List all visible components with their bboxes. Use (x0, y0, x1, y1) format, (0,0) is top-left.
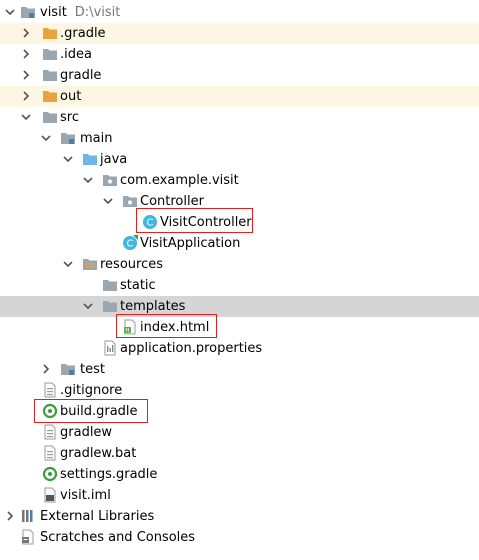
tree-row-gitignore[interactable]: .gitignore (0, 380, 479, 401)
resources-folder-icon (83, 259, 97, 270)
chevron-right-icon[interactable] (20, 48, 32, 60)
tree-label: VisitApplication (140, 236, 241, 251)
gradle-file-icon (42, 466, 58, 482)
tree-row-java[interactable]: java (0, 149, 479, 170)
folder-icon (43, 70, 57, 81)
tree-label: visit D:\visit (40, 4, 120, 21)
tree-row-out[interactable]: out (0, 86, 479, 107)
tree-label: .gradle (60, 26, 106, 41)
package-icon (123, 196, 137, 207)
tree-row-resources[interactable]: resources (0, 254, 479, 275)
chevron-right-icon[interactable] (20, 27, 32, 39)
tree-row-visit-iml[interactable]: visit.iml (0, 485, 479, 506)
highlight-box-build-gradle (34, 399, 148, 423)
svg-text:C: C (127, 239, 134, 250)
root-name: visit (40, 5, 67, 20)
tree-row-application-properties[interactable]: application.properties (0, 338, 479, 359)
tree-label: out (60, 89, 82, 104)
folder-icon (43, 91, 57, 102)
tree-label: Scratches and Consoles (40, 530, 196, 545)
chevron-down-icon[interactable] (20, 111, 32, 123)
library-icon (22, 510, 33, 522)
tree-label: gradlew (60, 425, 113, 440)
spring-boot-class-icon: C (123, 235, 138, 250)
properties-file-icon (104, 340, 116, 356)
tree-label: templates (120, 299, 186, 314)
chevron-down-icon[interactable] (62, 258, 74, 270)
chevron-down-icon[interactable] (82, 300, 94, 312)
folder-icon (61, 133, 75, 144)
folder-icon (61, 364, 75, 375)
tree-row-test[interactable]: test (0, 359, 479, 380)
tree-label: main (80, 131, 113, 146)
chevron-down-icon[interactable] (102, 195, 114, 207)
tree-label: java (100, 152, 128, 167)
tree-label: static (120, 278, 156, 293)
package-icon (103, 175, 117, 186)
folder-icon (43, 28, 57, 39)
tree-row-settings-gradle[interactable]: settings.gradle (0, 464, 479, 485)
tree-label: com.example.visit (120, 173, 239, 188)
tree-label: test (80, 362, 105, 377)
highlight-box-index-html (116, 314, 217, 338)
tree-row-static[interactable]: static (0, 275, 479, 296)
module-file-icon (44, 487, 56, 503)
chevron-down-icon[interactable] (62, 153, 74, 165)
highlight-box-visit-controller (136, 208, 253, 233)
chevron-right-icon[interactable] (20, 69, 32, 81)
root-path: D:\visit (74, 5, 121, 20)
folder-icon (43, 49, 57, 60)
text-file-icon (44, 445, 56, 461)
tree-row-root[interactable]: visit D:\visit (0, 2, 479, 23)
chevron-down-icon[interactable] (82, 174, 94, 186)
text-file-icon (44, 382, 56, 398)
tree-label: settings.gradle (60, 467, 158, 482)
tree-row-gradlew[interactable]: gradlew (0, 422, 479, 443)
tree-label: src (60, 110, 79, 125)
tree-label: .idea (60, 47, 92, 62)
chevron-right-icon[interactable] (20, 90, 32, 102)
module-folder-icon (21, 7, 35, 18)
tree-label: External Libraries (40, 509, 155, 524)
tree-row-gradle-hidden[interactable]: .gradle (0, 23, 479, 44)
folder-icon (103, 280, 117, 291)
tree-row-main[interactable]: main (0, 128, 479, 149)
text-file-icon (44, 424, 56, 440)
tree-row-idea[interactable]: .idea (0, 44, 479, 65)
tree-label: .gitignore (60, 383, 123, 398)
chevron-right-icon[interactable] (4, 510, 16, 522)
tree-row-src[interactable]: src (0, 107, 479, 128)
scratches-icon (22, 529, 34, 545)
chevron-right-icon[interactable] (40, 363, 52, 375)
tree-row-package[interactable]: com.example.visit (0, 170, 479, 191)
tree-row-templates[interactable]: templates (0, 296, 479, 317)
tree-row-gradle[interactable]: gradle (0, 65, 479, 86)
tree-label: gradlew.bat (60, 446, 137, 461)
tree-row-gradlew-bat[interactable]: gradlew.bat (0, 443, 479, 464)
source-folder-icon (83, 154, 97, 165)
folder-icon (43, 112, 57, 123)
project-tree: visit D:\visit .gradle .idea gradle out s… (0, 0, 479, 560)
tree-label: application.properties (120, 341, 263, 356)
tree-row-index-html[interactable]: H index.html (0, 317, 479, 338)
chevron-down-icon[interactable] (40, 132, 52, 144)
folder-icon (103, 301, 117, 312)
tree-row-scratches[interactable]: Scratches and Consoles (0, 527, 479, 548)
tree-label: resources (100, 257, 164, 272)
tree-label: gradle (60, 68, 102, 83)
tree-row-visit-application[interactable]: C VisitApplication (0, 233, 479, 254)
chevron-down-icon[interactable] (4, 6, 16, 18)
tree-label: visit.iml (60, 488, 111, 503)
tree-row-external-libraries[interactable]: External Libraries (0, 506, 479, 527)
